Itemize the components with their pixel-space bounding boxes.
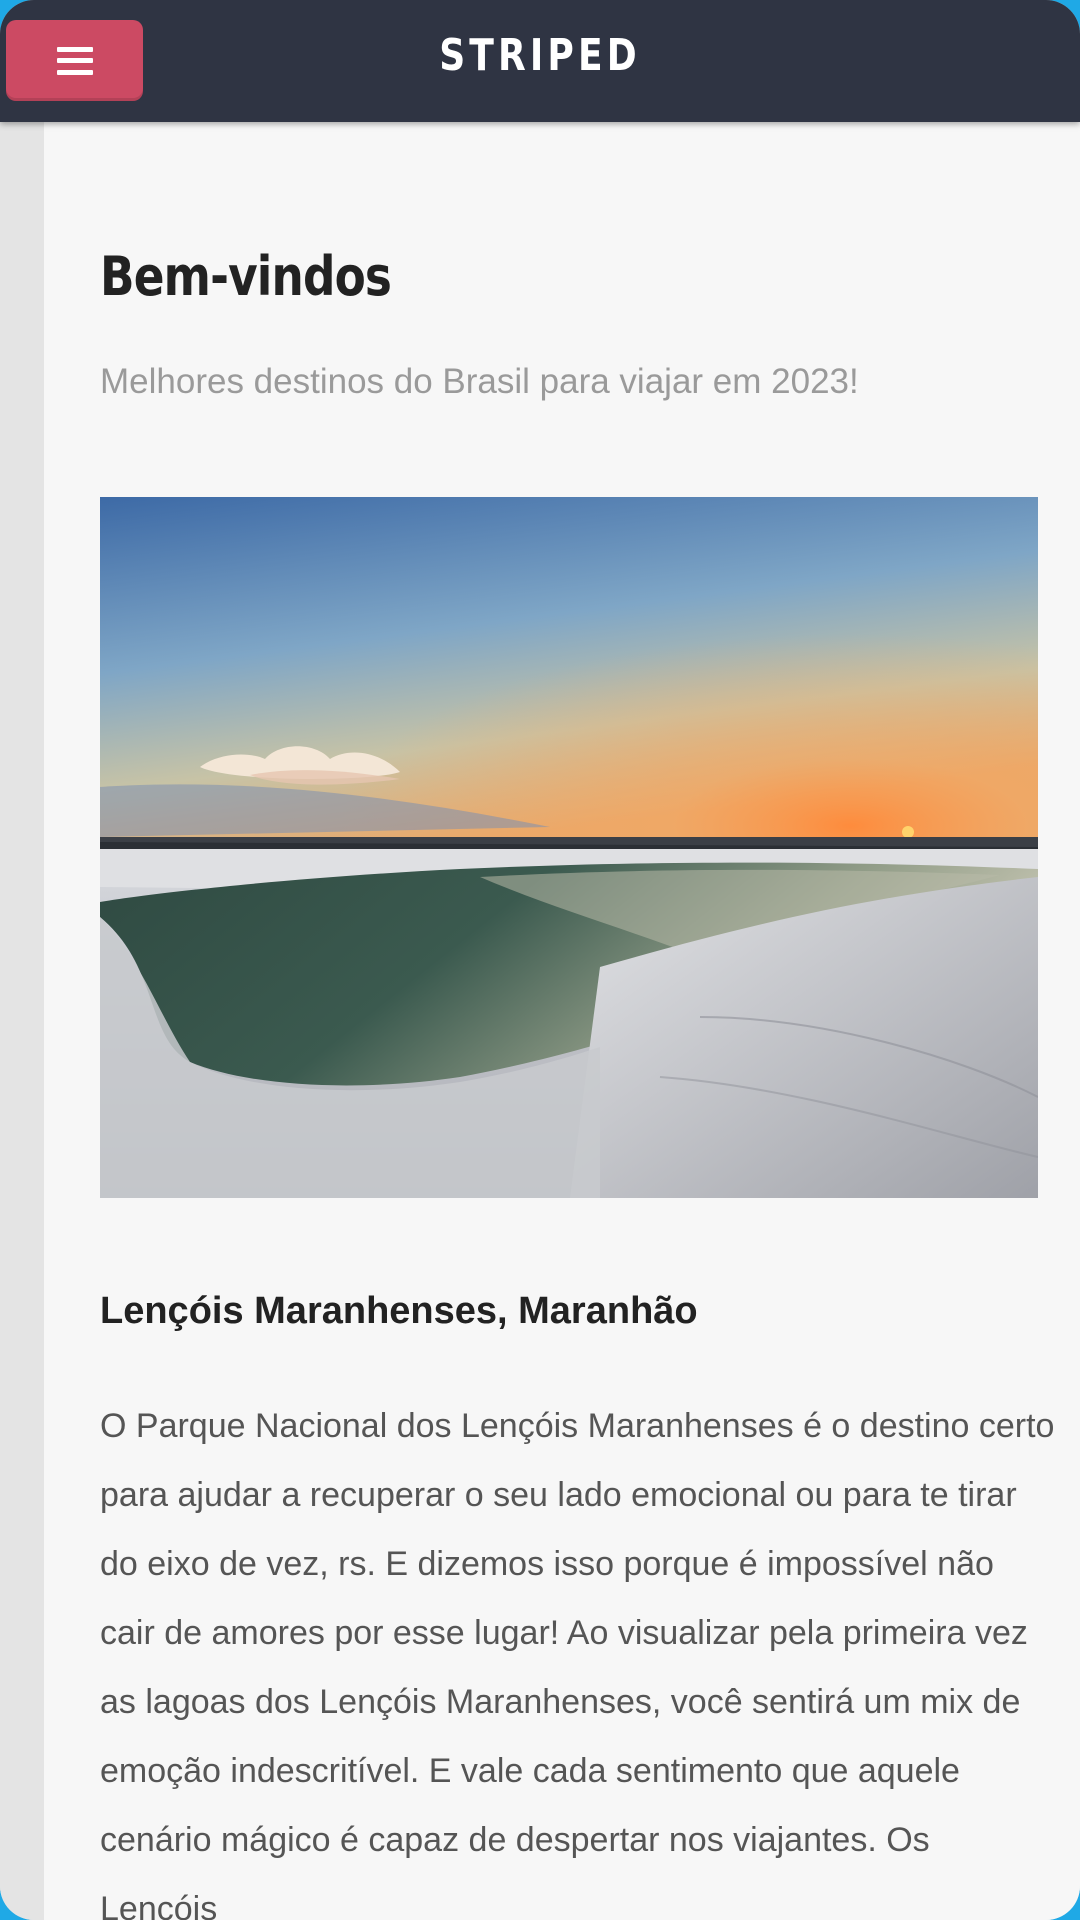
page-title: Bem-vindos: [100, 245, 392, 308]
site-title[interactable]: STRIPED: [97, 30, 983, 81]
hamburger-icon: [56, 46, 93, 75]
destination-photo: [100, 497, 1038, 1198]
sidebar-edge: [0, 122, 44, 1920]
top-header-bar: STRIPED: [0, 0, 1080, 122]
article-heading: Lençóis Maranhenses, Maranhão: [100, 1290, 698, 1332]
app-screen: STRIPED Bem-vindos Melhores destinos do …: [0, 0, 1080, 1920]
page-subtitle: Melhores destinos do Brasil para viajar …: [100, 362, 859, 401]
article-paragraph: O Parque Nacional dos Lençóis Maranhense…: [100, 1407, 1055, 1920]
